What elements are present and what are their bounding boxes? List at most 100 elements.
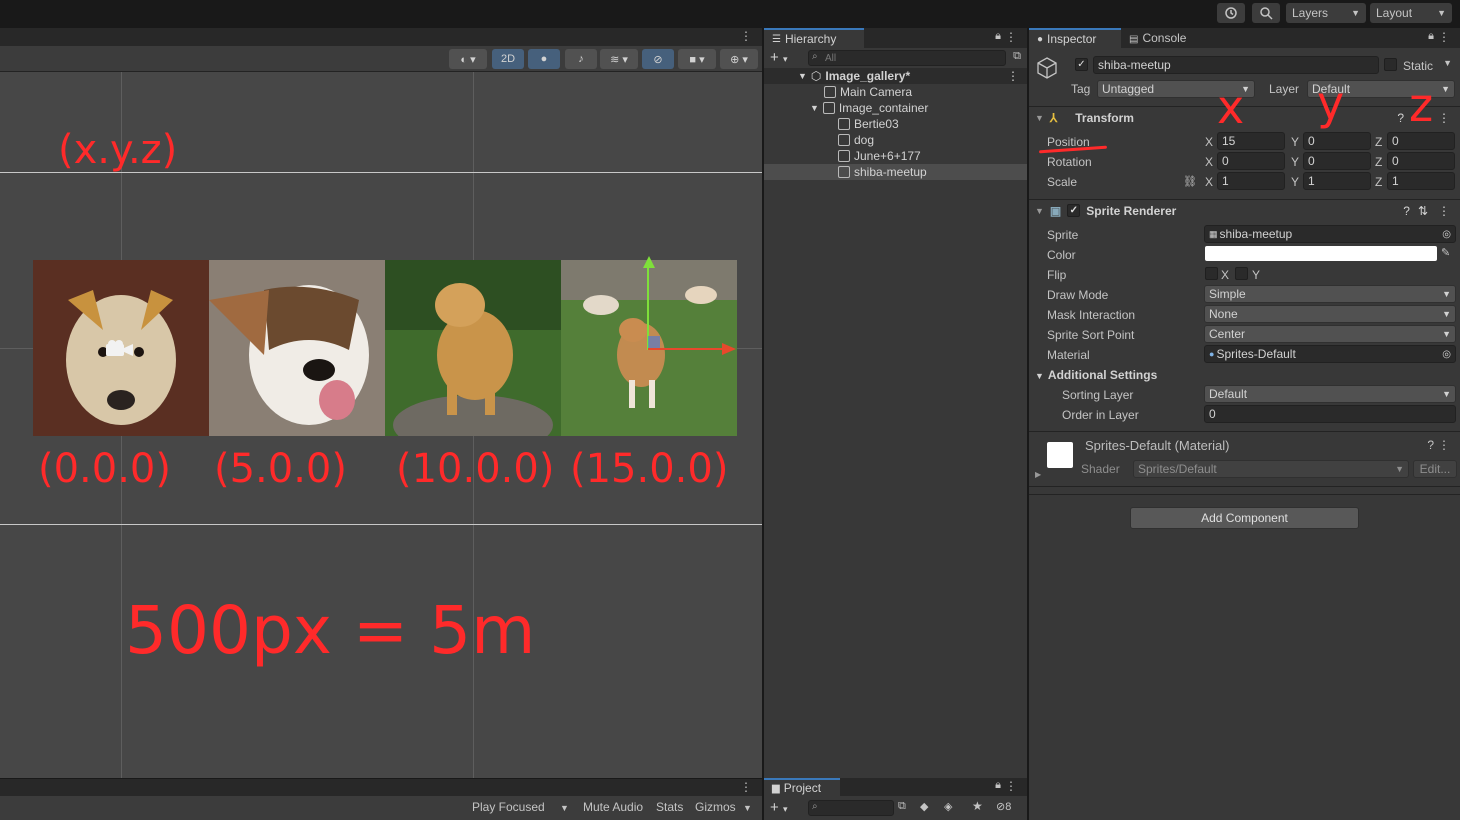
- add-object-button[interactable]: + ▾: [770, 49, 787, 66]
- static-checkbox[interactable]: [1384, 58, 1397, 71]
- kebab-menu-icon[interactable]: ⋮: [740, 29, 752, 43]
- chevron-down-icon[interactable]: ▼: [1443, 58, 1452, 68]
- sorting-layer-dropdown[interactable]: Default ▼: [1204, 385, 1456, 403]
- gizmos-icon[interactable]: ⊕ ▾: [720, 49, 758, 69]
- kebab-menu-icon[interactable]: ⋮: [1438, 111, 1450, 125]
- project-search-input[interactable]: [808, 800, 894, 816]
- play-focused-dropdown[interactable]: Play Focused ▼: [472, 800, 569, 814]
- sprite-dog[interactable]: [209, 260, 385, 436]
- kebab-menu-icon[interactable]: ⋮: [1005, 779, 1017, 793]
- scene-canvas[interactable]: (x.y.z) (0.0.0) (5.0.0) (10.0.0) (15.0.0…: [0, 72, 762, 778]
- hierarchy-search-input[interactable]: All: [808, 50, 1006, 66]
- history-icon[interactable]: [1217, 3, 1245, 23]
- hierarchy-item[interactable]: ▼ Image_container: [764, 100, 1027, 116]
- transform-header[interactable]: ▼ ⅄ Transform ? ⋮: [1029, 106, 1460, 128]
- 2d-toggle-button[interactable]: 2D: [492, 49, 524, 69]
- expand-arrow-icon[interactable]: ▶: [1035, 470, 1041, 479]
- type-filter-icon[interactable]: ◆: [920, 800, 928, 813]
- audio-icon[interactable]: ♪: [565, 49, 597, 69]
- move-gizmo-plane-handle[interactable]: [648, 336, 660, 348]
- kebab-menu-icon[interactable]: ⋮: [1438, 438, 1450, 452]
- material-field[interactable]: ● Sprites-Default ◎: [1204, 345, 1456, 363]
- scale-z-field[interactable]: 1: [1387, 172, 1455, 190]
- kebab-menu-icon[interactable]: ⋮: [1005, 30, 1017, 44]
- kebab-menu-icon[interactable]: ⋮: [1438, 204, 1450, 218]
- hidden-packages-icon[interactable]: ⊘8: [996, 800, 1011, 813]
- scene-view[interactable]: ⋮ ◐ ▾ 2D ● ♪ ≋ ▾ ⊘ ■ ▾ ⊕ ▾ (x.y.z) (0.0.…: [0, 28, 762, 778]
- lighting-icon[interactable]: ●: [528, 49, 560, 69]
- camera-icon[interactable]: ■ ▾: [678, 49, 716, 69]
- position-y-field[interactable]: 0: [1303, 132, 1371, 150]
- collapse-arrow-icon[interactable]: ▼: [1035, 206, 1044, 216]
- sprite-renderer-enabled-checkbox[interactable]: ✓: [1067, 204, 1081, 217]
- tab-project[interactable]: ▆ Project: [764, 778, 840, 796]
- rotation-y-field[interactable]: 0: [1303, 152, 1371, 170]
- order-in-layer-field[interactable]: 0: [1204, 405, 1456, 423]
- sprite-renderer-header[interactable]: ▼ ▣ ✓ Sprite Renderer ? ⇅ ⋮: [1029, 199, 1460, 221]
- kebab-menu-icon[interactable]: ⋮: [1438, 30, 1450, 44]
- lock-icon[interactable]: 🔒︎: [995, 779, 1001, 792]
- expand-arrow-icon[interactable]: ▼: [798, 71, 807, 81]
- effects-icon[interactable]: ≋ ▾: [600, 49, 638, 69]
- layers-dropdown[interactable]: Layers ▼: [1286, 3, 1366, 23]
- constrain-proportions-icon[interactable]: ⛓: [1183, 175, 1197, 188]
- shader-edit-button[interactable]: Edit...: [1413, 460, 1457, 478]
- sprite-sort-point-dropdown[interactable]: Center ▼: [1204, 325, 1456, 343]
- rotation-z-field[interactable]: 0: [1387, 152, 1455, 170]
- tab-console[interactable]: ▤ Console: [1129, 31, 1186, 45]
- help-icon[interactable]: ?: [1397, 111, 1404, 125]
- add-component-button[interactable]: Add Component: [1130, 507, 1359, 529]
- hidden-objects-icon[interactable]: ⊘: [642, 49, 674, 69]
- rotation-x-field[interactable]: 0: [1217, 152, 1285, 170]
- filter-icon[interactable]: ⧉: [1013, 50, 1021, 63]
- move-gizmo-x-axis[interactable]: [648, 348, 728, 350]
- tab-hierarchy[interactable]: ☰ Hierarchy: [764, 28, 864, 48]
- active-checkbox[interactable]: ✓: [1075, 58, 1088, 71]
- help-icon[interactable]: ?: [1427, 438, 1434, 452]
- hierarchy-item[interactable]: Bertie03: [764, 116, 1027, 132]
- favorites-icon[interactable]: ★: [972, 799, 983, 813]
- position-x-field[interactable]: 15: [1217, 132, 1285, 150]
- position-z-field[interactable]: 0: [1387, 132, 1455, 150]
- scale-y-field[interactable]: 1: [1303, 172, 1371, 190]
- search-icon[interactable]: [1252, 3, 1280, 23]
- scale-x-field[interactable]: 1: [1217, 172, 1285, 190]
- camera-gizmo-icon[interactable]: [106, 340, 134, 358]
- layout-dropdown[interactable]: Layout ▼: [1370, 3, 1452, 23]
- lock-icon[interactable]: 🔒︎: [995, 30, 1001, 43]
- help-icon[interactable]: ?: [1403, 204, 1410, 218]
- eyedropper-icon[interactable]: ✎: [1441, 246, 1450, 259]
- gizmos-dropdown[interactable]: Gizmos ▼: [695, 800, 752, 814]
- stats-button[interactable]: Stats: [656, 800, 683, 814]
- hierarchy-item[interactable]: Main Camera: [764, 84, 1027, 100]
- filter-icon[interactable]: ⧉: [898, 800, 906, 813]
- move-gizmo-x-arrow[interactable]: [722, 343, 736, 355]
- color-swatch[interactable]: [1205, 246, 1437, 261]
- flip-y-checkbox[interactable]: [1235, 267, 1248, 280]
- sprite-field[interactable]: ▦ shiba-meetup ◎: [1204, 225, 1456, 243]
- hierarchy-scene-row[interactable]: ▼ ⬡ Image_gallery* ⋮: [764, 68, 1027, 84]
- label-filter-icon[interactable]: ◈: [944, 800, 952, 813]
- lock-icon[interactable]: 🔒︎: [1428, 30, 1434, 43]
- flip-x-checkbox[interactable]: [1205, 267, 1218, 280]
- tab-inspector[interactable]: ● Inspector: [1029, 28, 1121, 48]
- object-picker-icon[interactable]: ◎: [1442, 229, 1451, 240]
- shading-mode-button[interactable]: ◐ ▾: [449, 49, 487, 69]
- collapse-arrow-icon[interactable]: ▼: [1035, 113, 1044, 123]
- kebab-menu-icon[interactable]: ⋮: [1007, 69, 1019, 83]
- object-picker-icon[interactable]: ◎: [1442, 349, 1451, 360]
- expand-arrow-icon[interactable]: ▼: [810, 103, 819, 113]
- mask-interaction-dropdown[interactable]: None ▼: [1204, 305, 1456, 323]
- add-asset-button[interactable]: + ▾: [770, 799, 787, 816]
- hierarchy-item[interactable]: dog: [764, 132, 1027, 148]
- move-gizmo-y-arrow[interactable]: [643, 256, 655, 268]
- additional-settings-foldout[interactable]: ▼ Additional Settings: [1035, 368, 1157, 382]
- draw-mode-dropdown[interactable]: Simple ▼: [1204, 285, 1456, 303]
- object-name-field[interactable]: shiba-meetup: [1093, 56, 1379, 74]
- shader-dropdown[interactable]: Sprites/Default ▼: [1133, 460, 1409, 478]
- settings-icon[interactable]: ⇅: [1418, 204, 1428, 218]
- hierarchy-item[interactable]: June+6+177: [764, 148, 1027, 164]
- kebab-menu-icon[interactable]: ⋮: [740, 780, 752, 794]
- hierarchy-item-selected[interactable]: shiba-meetup: [764, 164, 1027, 180]
- mute-audio-button[interactable]: Mute Audio: [583, 800, 643, 814]
